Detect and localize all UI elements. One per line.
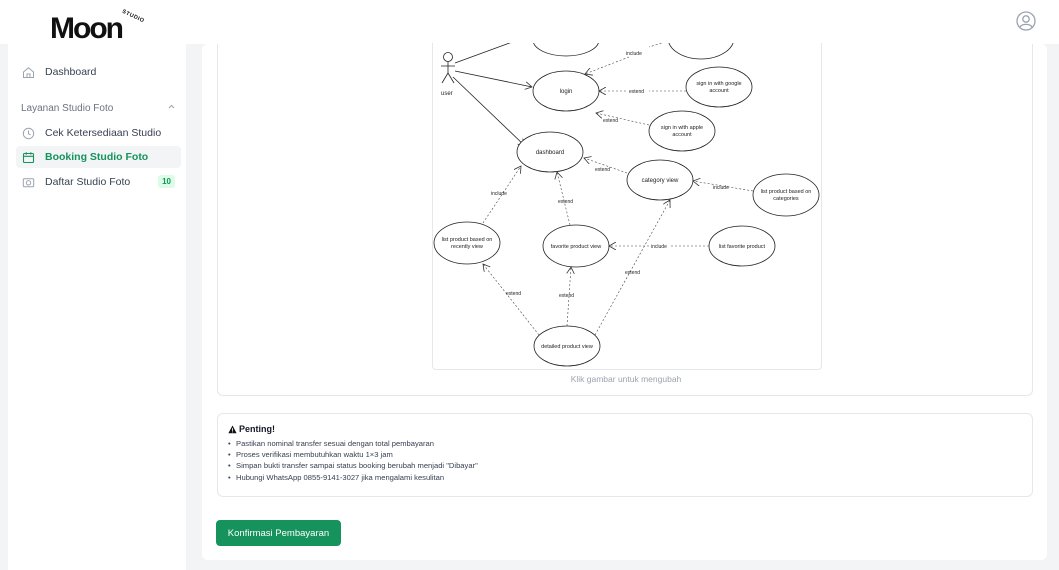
list-item: Pastikan nominal transfer sesuai dengan … (228, 438, 1022, 449)
svg-text:extend: extend (595, 167, 610, 173)
svg-text:Moon: Moon (50, 12, 123, 44)
svg-text:include: include (713, 185, 729, 191)
svg-text:include: include (626, 51, 642, 57)
main-content: include user login sign in with google a… (202, 43, 1047, 560)
svg-text:favorite product view: favorite product view (551, 244, 601, 250)
section-title-label: Layanan Studio Foto (21, 102, 114, 114)
sidebar-section-layanan[interactable]: Layanan Studio Foto (21, 102, 176, 114)
sidebar-item-cek-ketersediaan[interactable]: Cek Ketersediaan Studio (16, 122, 181, 144)
sidebar-item-dashboard[interactable]: Dashboard (16, 61, 181, 83)
svg-text:sign in with google: sign in with google (696, 81, 741, 87)
svg-text:account: account (672, 132, 692, 138)
payment-proof-card: include user login sign in with google a… (217, 43, 1033, 396)
sidebar-item-daftar-studio[interactable]: Daftar Studio Foto 10 (16, 171, 181, 193)
svg-text:extend: extend (603, 118, 618, 124)
top-header: Moon STUDIO (0, 0, 1059, 45)
clock-icon (21, 126, 35, 140)
svg-text:include: include (491, 191, 507, 197)
sidebar-item-booking-studio[interactable]: Booking Studio Foto (16, 146, 181, 168)
svg-text:detailed product view: detailed product view (541, 344, 593, 350)
svg-text:recently view: recently view (451, 244, 483, 250)
notice-title-label: Penting! (239, 424, 275, 434)
svg-text:account: account (709, 88, 729, 94)
svg-text:category view: category view (642, 178, 679, 184)
warning-icon (228, 425, 237, 434)
sidebar: Dashboard Layanan Studio Foto Cek Keters… (8, 44, 186, 570)
notice-title: Penting! (228, 424, 1022, 434)
calendar-icon (21, 150, 35, 164)
sidebar-item-label: Daftar Studio Foto (45, 176, 131, 188)
svg-text:login: login (560, 89, 573, 95)
uploaded-image-preview[interactable]: include user login sign in with google a… (432, 43, 822, 370)
actor-user: user (441, 52, 455, 97)
count-badge: 10 (158, 175, 175, 188)
list-item: Simpan bukti transfer sampai status book… (228, 460, 1022, 471)
svg-text:include: include (651, 244, 667, 250)
svg-text:extend: extend (558, 199, 573, 205)
svg-text:list favorite product: list favorite product (719, 244, 766, 250)
svg-text:user: user (441, 91, 453, 97)
svg-text:sign in with apple: sign in with apple (661, 125, 703, 131)
svg-text:extend: extend (629, 89, 644, 95)
svg-text:dashboard: dashboard (536, 150, 564, 156)
chevron-up-icon (167, 102, 176, 114)
svg-text:STUDIO: STUDIO (121, 9, 145, 25)
image-caption: Klik gambar untuk mengubah (570, 374, 682, 384)
important-notice: Penting! Pastikan nominal transfer sesua… (217, 413, 1033, 497)
svg-text:extend: extend (559, 293, 574, 299)
user-avatar-icon[interactable] (1016, 11, 1036, 31)
sidebar-item-label: Cek Ketersediaan Studio (45, 127, 162, 139)
list-item: Hubungi WhatsApp 0855-9141-3027 jika men… (228, 472, 1022, 483)
list-item: Proses verifikasi membutuhkan waktu 1×3 … (228, 449, 1022, 460)
camera-icon (21, 175, 35, 189)
sidebar-item-label: Dashboard (45, 66, 97, 78)
svg-text:list product based on: list product based on (761, 189, 812, 195)
svg-text:list product based on: list product based on (442, 237, 493, 243)
svg-text:categories: categories (773, 196, 799, 202)
notice-list: Pastikan nominal transfer sesuai dengan … (228, 438, 1022, 483)
svg-text:extend: extend (625, 270, 640, 276)
home-icon (21, 65, 35, 79)
moon-studio-logo[interactable]: Moon STUDIO (50, 6, 160, 45)
confirm-payment-button[interactable]: Konfirmasi Pembayaran (216, 520, 341, 546)
svg-text:extend: extend (506, 291, 521, 297)
sidebar-item-label: Booking Studio Foto (45, 151, 149, 163)
